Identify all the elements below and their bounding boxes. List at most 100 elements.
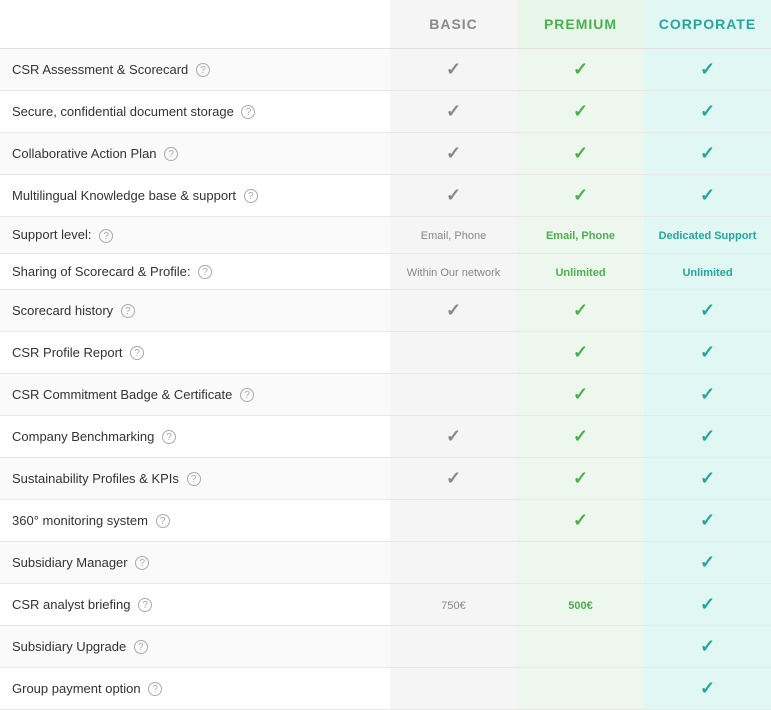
corporate-cell: ✓ xyxy=(644,500,771,542)
help-icon[interactable]: ? xyxy=(244,189,258,203)
feature-cell: CSR Commitment Badge & Certificate ? xyxy=(0,374,390,416)
help-icon[interactable]: ? xyxy=(135,556,149,570)
corporate-cell: ✓ xyxy=(644,49,771,91)
check-icon: ✓ xyxy=(573,185,588,205)
feature-cell: Support level: ? xyxy=(0,217,390,254)
help-icon[interactable]: ? xyxy=(130,346,144,360)
corporate-text: Unlimited xyxy=(682,267,732,279)
help-icon[interactable]: ? xyxy=(138,598,152,612)
basic-cell: 750€ xyxy=(390,584,517,626)
help-icon[interactable]: ? xyxy=(241,105,255,119)
check-icon: ✓ xyxy=(573,143,588,163)
help-icon[interactable]: ? xyxy=(196,63,210,77)
feature-cell: Secure, confidential document storage ? xyxy=(0,91,390,133)
help-icon[interactable]: ? xyxy=(148,682,162,696)
basic-cell xyxy=(390,542,517,584)
table-row: Company Benchmarking ?✓✓✓ xyxy=(0,416,771,458)
check-icon: ✓ xyxy=(446,143,461,163)
basic-cell xyxy=(390,668,517,710)
help-icon[interactable]: ? xyxy=(240,388,254,402)
check-icon: ✓ xyxy=(446,59,461,79)
feature-cell: Sustainability Profiles & KPIs ? xyxy=(0,458,390,500)
premium-text: 500€ xyxy=(568,600,592,612)
check-icon: ✓ xyxy=(446,468,461,488)
check-icon: ✓ xyxy=(573,59,588,79)
check-icon: ✓ xyxy=(700,384,715,404)
corporate-cell: ✓ xyxy=(644,290,771,332)
header-corporate: CORPORATE xyxy=(644,0,771,49)
check-icon: ✓ xyxy=(700,468,715,488)
header-feature xyxy=(0,0,390,49)
table-row: Sharing of Scorecard & Profile: ? Within … xyxy=(0,253,771,290)
help-icon[interactable]: ? xyxy=(134,640,148,654)
feature-label: Collaborative Action Plan xyxy=(12,146,157,161)
basic-cell xyxy=(390,500,517,542)
premium-cell: Unlimited xyxy=(517,253,644,290)
feature-cell: Sharing of Scorecard & Profile: ? xyxy=(0,253,390,290)
feature-label: Sustainability Profiles & KPIs xyxy=(12,471,179,486)
table-row: Sustainability Profiles & KPIs ?✓✓✓ xyxy=(0,458,771,500)
help-icon[interactable]: ? xyxy=(187,472,201,486)
corporate-cell: ✓ xyxy=(644,133,771,175)
table-row: Support level: ?Email, PhoneEmail, Phone… xyxy=(0,217,771,254)
basic-cell: ✓ xyxy=(390,49,517,91)
feature-cell: CSR Assessment & Scorecard ? xyxy=(0,49,390,91)
check-icon: ✓ xyxy=(573,342,588,362)
table-row: Subsidiary Upgrade ?✓ xyxy=(0,626,771,668)
basic-label: BASIC xyxy=(429,16,478,32)
check-icon: ✓ xyxy=(573,510,588,530)
premium-cell: 500€ xyxy=(517,584,644,626)
check-icon: ✓ xyxy=(700,594,715,614)
check-icon: ✓ xyxy=(573,384,588,404)
help-icon[interactable]: ? xyxy=(156,514,170,528)
check-icon: ✓ xyxy=(700,552,715,572)
help-icon[interactable]: ? xyxy=(162,430,176,444)
feature-label: CSR Commitment Badge & Certificate xyxy=(12,387,232,402)
table-row: CSR Profile Report ? ✓ ✓ xyxy=(0,332,771,374)
premium-text: Email, Phone xyxy=(546,230,615,242)
corporate-cell: ✓ xyxy=(644,584,771,626)
check-icon: ✓ xyxy=(446,101,461,121)
header-premium: PREMIUM xyxy=(517,0,644,49)
corporate-cell: ✓ xyxy=(644,332,771,374)
basic-text: Within Our network xyxy=(407,267,501,279)
check-icon: ✓ xyxy=(446,300,461,320)
help-icon[interactable]: ? xyxy=(164,147,178,161)
premium-cell: ✓ xyxy=(517,133,644,175)
basic-cell: ✓ xyxy=(390,91,517,133)
feature-label: Scorecard history xyxy=(12,303,113,318)
check-icon: ✓ xyxy=(700,185,715,205)
feature-label: CSR analyst briefing xyxy=(12,597,131,612)
check-icon: ✓ xyxy=(700,300,715,320)
help-icon[interactable]: ? xyxy=(198,265,212,279)
premium-cell: ✓ xyxy=(517,416,644,458)
table-row: CSR Commitment Badge & Certificate ? ✓ ✓ xyxy=(0,374,771,416)
feature-cell: CSR Profile Report ? xyxy=(0,332,390,374)
basic-cell: ✓ xyxy=(390,416,517,458)
help-icon[interactable]: ? xyxy=(121,304,135,318)
feature-label: CSR Profile Report xyxy=(12,345,123,360)
premium-cell: ✓ xyxy=(517,500,644,542)
table-row: Collaborative Action Plan ? ✓ ✓ ✓ xyxy=(0,133,771,175)
premium-cell: ✓ xyxy=(517,49,644,91)
corporate-cell: ✓ xyxy=(644,91,771,133)
check-icon: ✓ xyxy=(700,678,715,698)
corporate-cell: Unlimited xyxy=(644,253,771,290)
basic-text: 750€ xyxy=(441,600,465,612)
check-icon: ✓ xyxy=(700,101,715,121)
help-icon[interactable]: ? xyxy=(99,229,113,243)
basic-cell: ✓ xyxy=(390,175,517,217)
premium-cell xyxy=(517,542,644,584)
table-row: Multilingual Knowledge base & support ?✓… xyxy=(0,175,771,217)
corporate-cell: ✓ xyxy=(644,668,771,710)
check-icon: ✓ xyxy=(573,300,588,320)
feature-cell: Scorecard history ? xyxy=(0,290,390,332)
premium-label: PREMIUM xyxy=(544,16,617,32)
corporate-cell: ✓ xyxy=(644,374,771,416)
feature-label: 360° monitoring system xyxy=(12,513,148,528)
feature-label: Company Benchmarking xyxy=(12,429,154,444)
table-row: Subsidiary Manager ?✓ xyxy=(0,542,771,584)
table-row: Scorecard history ? ✓ ✓ ✓ xyxy=(0,290,771,332)
premium-cell: ✓ xyxy=(517,175,644,217)
feature-cell: Collaborative Action Plan ? xyxy=(0,133,390,175)
